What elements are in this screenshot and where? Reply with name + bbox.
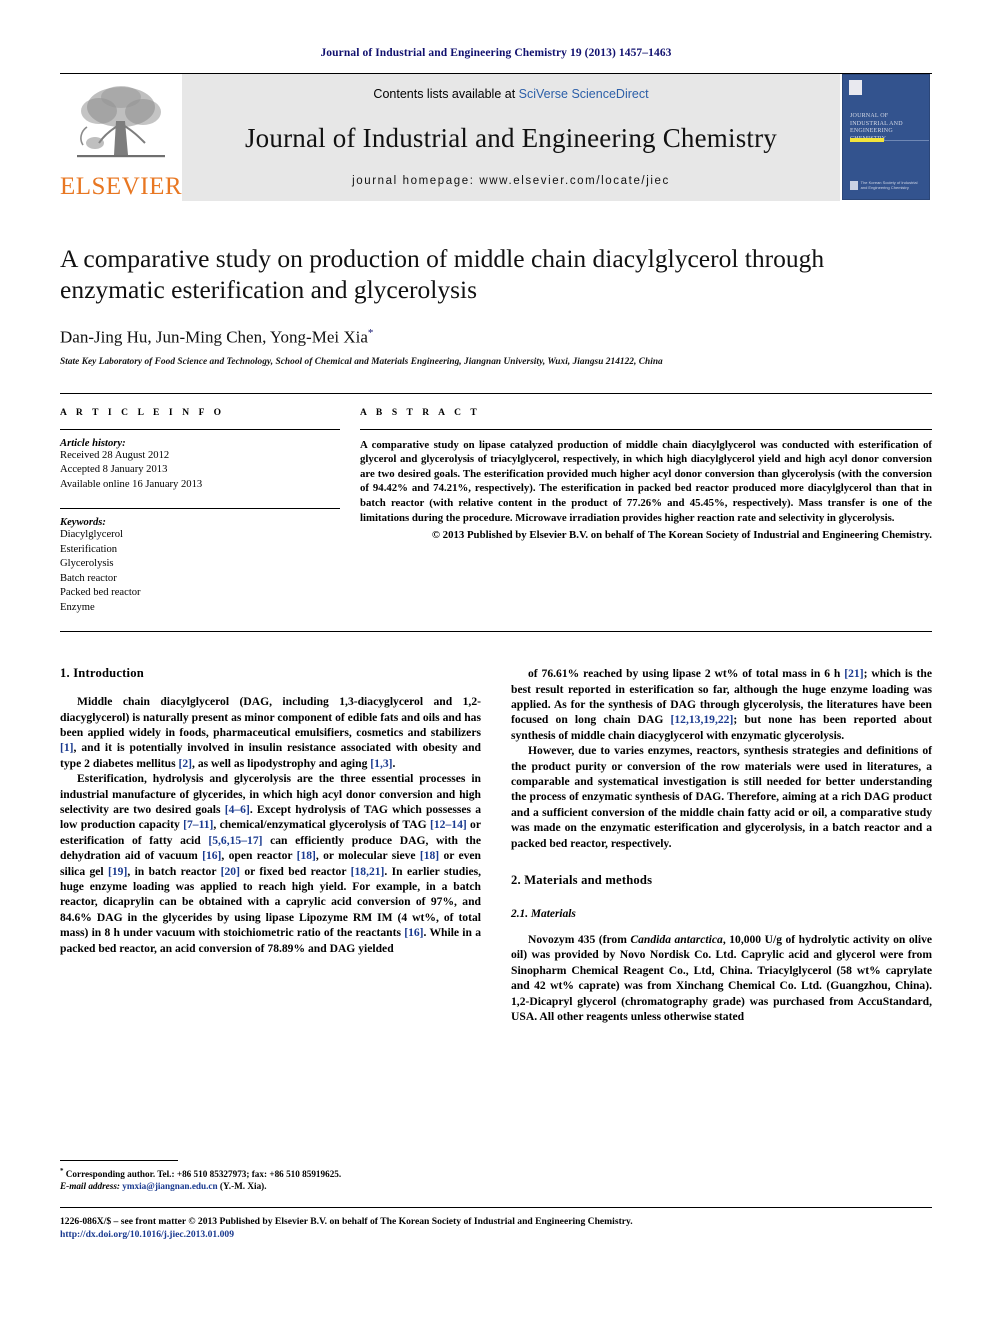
materials-paragraph: Novozym 435 (from Candida antarctica, 10… (511, 933, 933, 1024)
keyword-item: Batch reactor (60, 572, 117, 584)
cover-logo-square (849, 80, 862, 95)
affiliation: State Key Laboratory of Food Science and… (60, 356, 663, 367)
author-names: Dan-Jing Hu, Jun-Ming Chen, Yong-Mei Xia (60, 327, 368, 347)
contents-prefix: Contents lists available at (373, 87, 519, 101)
body-columns: 1. Introduction Middle chain diacylglyce… (60, 666, 932, 1024)
society-mark-icon (850, 180, 858, 190)
info-divider-keywords (60, 508, 340, 510)
corresponding-author-marker: * (367, 327, 374, 339)
keywords-label: Keywords: (60, 517, 106, 529)
running-head: Journal of Industrial and Engineering Ch… (320, 47, 672, 59)
materials-subheading: 2.1. Materials (511, 908, 576, 921)
email-label: E-mail address: (60, 1181, 120, 1192)
abstract-column: A B S T R A C T A comparative study on l… (340, 408, 932, 616)
abstract-text: A comparative study on lipase catalyzed … (360, 438, 932, 524)
introduction-heading: 1. Introduction (60, 666, 144, 681)
article-history-label: Article history: (60, 437, 126, 449)
info-abstract-region: A R T I C L E I N F O Article history: R… (60, 392, 932, 616)
keyword-item: Diacylglycerol (60, 529, 123, 541)
info-divider-top (60, 428, 340, 430)
cover-society-text: The Korean Society of Industrial and Eng… (860, 180, 918, 190)
cover-divider (884, 140, 929, 141)
email-link[interactable]: ymxia@jiangnan.edu.cn (122, 1181, 217, 1191)
intro-paragraph-1: Middle chain diacylglycerol (DAG, includ… (60, 695, 481, 770)
intro-paragraph-4: However, due to varies enzymes, reactors… (511, 744, 932, 850)
available-online-date: Available online 16 January 2013 (60, 478, 203, 490)
contents-available-line: Contents lists available at SciVerse Sci… (373, 87, 648, 101)
paper-page: Journal of Industrial and Engineering Ch… (0, 0, 992, 1323)
article-info-column: A R T I C L E I N F O Article history: R… (60, 408, 340, 616)
title-block: A comparative study on production of mid… (60, 243, 932, 367)
journal-homepage-link[interactable]: journal homepage: www.elsevier.com/locat… (352, 175, 670, 187)
page-footer: 1226-086X/$ – see front matter © 2013 Pu… (60, 1207, 932, 1241)
cover-society-footer: The Korean Society of Industrial and Eng… (850, 180, 923, 190)
keyword-item: Enzyme (60, 601, 95, 613)
article-title: A comparative study on production of mid… (60, 244, 825, 304)
keyword-item: Esterification (60, 543, 118, 555)
elsevier-tree-icon (77, 86, 165, 158)
masthead-center: Contents lists available at SciVerse Sci… (182, 74, 840, 201)
accepted-date: Accepted 8 January 2013 (60, 464, 168, 476)
keyword-item: Packed bed reactor (60, 587, 141, 599)
author-list: Dan-Jing Hu, Jun-Ming Chen, Yong-Mei Xia… (60, 327, 932, 348)
body-top-divider (60, 631, 932, 633)
doi-link[interactable]: http://dx.doi.org/10.1016/j.jiec.2013.01… (60, 1228, 932, 1241)
journal-cover-thumbnail: JOURNAL OF INDUSTRIAL AND ENGINEERING CH… (840, 74, 932, 201)
right-column: of 76.61% reached by using lipase 2 wt% … (511, 666, 932, 1024)
article-info-heading: A R T I C L E I N F O (60, 407, 225, 418)
footnote-corresponding-text: Corresponding author. Tel.: +86 510 8532… (65, 1169, 342, 1180)
intro-paragraph-3: of 76.61% reached by using lipase 2 wt% … (511, 667, 932, 742)
corresponding-author-footnote: * Corresponding author. Tel.: +86 510 85… (60, 1160, 481, 1193)
footnote-rule (60, 1160, 178, 1161)
received-date: Received 28 August 2012 (60, 449, 170, 461)
front-matter-line: 1226-086X/$ – see front matter © 2013 Pu… (60, 1216, 633, 1227)
footnote-marker: * (60, 1167, 64, 1175)
journal-masthead: ELSEVIER Contents lists available at Sci… (60, 73, 932, 201)
left-column: 1. Introduction Middle chain diacylglyce… (60, 666, 481, 1024)
cover-card: JOURNAL OF INDUSTRIAL AND ENGINEERING CH… (842, 74, 930, 200)
elsevier-wordmark: ELSEVIER (59, 173, 183, 200)
abstract-heading: A B S T R A C T (360, 407, 481, 418)
footnote-email-line: E-mail address: ymxia@jiangnan.edu.cn (Y… (60, 1180, 481, 1192)
cover-accent-bar (850, 138, 884, 142)
elsevier-logo: ELSEVIER (60, 74, 182, 201)
journal-title: Journal of Industrial and Engineering Ch… (244, 122, 778, 153)
abstract-copyright: © 2013 Published by Elsevier B.V. on beh… (431, 529, 932, 542)
keyword-item: Glycerolysis (60, 558, 114, 570)
email-owner: (Y.-M. Xia). (219, 1181, 267, 1192)
footnote-corresponding-line: * Corresponding author. Tel.: +86 510 85… (60, 1165, 481, 1180)
abstract-divider (360, 428, 932, 430)
footer-rule (60, 1207, 932, 1208)
intro-paragraph-2: Esterification, hydrolysis and glyceroly… (60, 772, 482, 955)
sciencedirect-link[interactable]: SciVerse ScienceDirect (519, 87, 649, 101)
materials-methods-heading: 2. Materials and methods (511, 873, 653, 888)
